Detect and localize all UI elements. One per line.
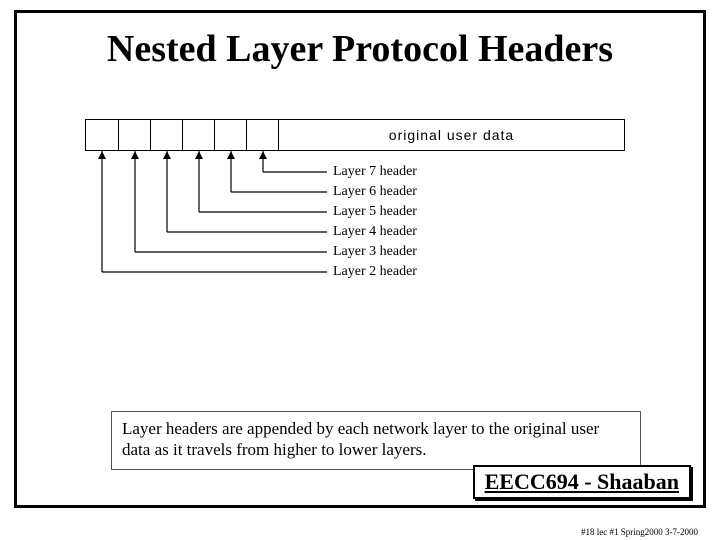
label-layer5: Layer 5 header: [333, 204, 417, 220]
label-layer6: Layer 6 header: [333, 184, 417, 200]
slide-title: Nested Layer Protocol Headers: [17, 27, 703, 71]
caption-box: Layer headers are appended by each netwo…: [111, 411, 641, 470]
label-layer4: Layer 4 header: [333, 224, 417, 240]
label-layer2: Layer 2 header: [333, 264, 417, 280]
label-layer3: Layer 3 header: [333, 244, 417, 260]
packet-diagram: original user data: [85, 119, 645, 339]
label-layer7: Layer 7 header: [333, 164, 417, 180]
footer-meta: #18 lec #1 Spring2000 3-7-2000: [581, 527, 698, 537]
course-label: EECC694 - Shaaban: [473, 465, 691, 499]
slide-frame: Nested Layer Protocol Headers original u…: [14, 10, 706, 508]
